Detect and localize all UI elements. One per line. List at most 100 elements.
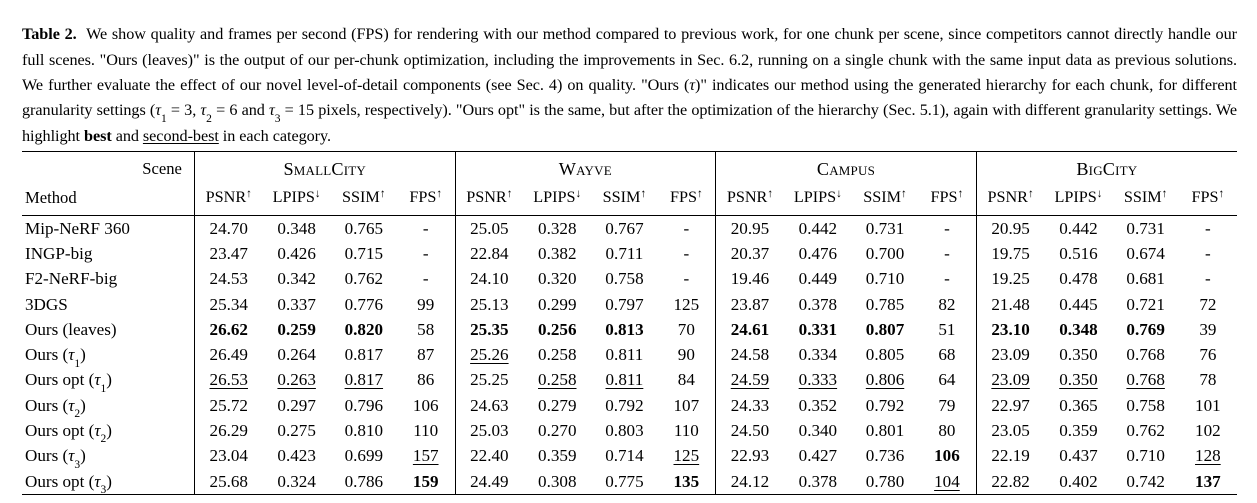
metric-value: - [944, 243, 950, 263]
metric-value: 24.10 [470, 269, 509, 289]
metric-value-cell: 107 [658, 393, 716, 418]
scene-header-bigcity: BigCity [975, 152, 1237, 183]
metric-value: - [1205, 243, 1211, 263]
metric-value: 25.13 [470, 294, 509, 314]
metric-value: 0.762 [1126, 421, 1165, 441]
metric-value: 0.813 [605, 319, 644, 339]
metric-value-cell: 0.258 [523, 342, 591, 367]
metric-value: 24.58 [730, 345, 770, 365]
metric-value: 0.721 [1126, 294, 1165, 314]
metric-value: 0.308 [538, 471, 577, 491]
metric-value-cell: 76 [1179, 342, 1237, 367]
metric-value: 26.53 [209, 370, 248, 390]
metric-value-cell: 24.33 [715, 393, 784, 419]
metric-value-cell: 0.264 [263, 342, 331, 367]
metric-value: 0.820 [344, 319, 384, 339]
metric-value-cell: 0.801 [852, 418, 918, 443]
metric-value: 51 [938, 319, 956, 339]
metric-value: - [1205, 218, 1211, 238]
metric-value-cell: 24.53 [193, 266, 263, 292]
metric-value: 110 [673, 421, 699, 441]
table-row: Mip-NeRF 360 24.70 0.348 0.765 - 25.05 0.328 0.… [22, 216, 1237, 242]
metric-value: 0.449 [798, 269, 838, 289]
metric-value: 21.48 [991, 294, 1030, 314]
metric-value: 128 [1195, 446, 1221, 466]
metric-value: 22.82 [991, 471, 1030, 491]
header-scene-label: Scene [142, 159, 182, 178]
metric-value-cell: 25.68 [193, 468, 263, 495]
metric-value-cell: 106 [397, 393, 455, 418]
table-row: Ours (τ2) 25.72 0.297 0.796 106 24.63 0.279 0.7… [22, 393, 1237, 420]
metric-value-cell: 23.05 [975, 418, 1045, 444]
table-bottom-rule [22, 494, 1237, 496]
metric-value: - [944, 218, 950, 238]
metric-value-cell: 0.803 [591, 418, 657, 443]
metric-value: 0.348 [277, 218, 316, 238]
metric-value-cell: - [397, 216, 455, 241]
metric-value: 0.270 [538, 421, 577, 441]
metric-value-cell: 82 [918, 292, 976, 317]
metric-value-cell: 0.337 [263, 292, 331, 317]
metric-value-cell: 26.29 [193, 418, 263, 444]
metric-value: - [422, 243, 429, 263]
metric-header-lpips-bigcity: LPIPS↓ [1044, 183, 1112, 216]
metric-value: 20.95 [730, 218, 770, 238]
metric-value: 0.762 [344, 269, 384, 289]
metric-header-psnr-campus: PSNR↑ [715, 183, 784, 216]
metric-value: 58 [417, 319, 435, 339]
metric-value-cell: 20.95 [715, 216, 784, 242]
metric-value-cell: 0.299 [523, 292, 591, 317]
metric-value-cell: 0.796 [331, 393, 397, 418]
arrow-down-icon: ↓ [836, 187, 842, 200]
metric-value: 0.478 [1059, 269, 1098, 289]
metric-header-psnr-smallcity: PSNR↑ [193, 183, 263, 216]
metric-value: 137 [1195, 471, 1221, 491]
metric-value-cell: 19.25 [975, 266, 1045, 292]
metric-value-cell: 101 [1179, 393, 1237, 418]
metric-name: FPS [1191, 188, 1219, 206]
metric-name: PSNR [987, 188, 1028, 206]
table-row: INGP-big 23.47 0.426 0.715 - 22.84 0.382 0.711 -… [22, 241, 1237, 267]
metric-value-cell: 125 [658, 444, 716, 469]
metric-value-cell: 24.59 [715, 367, 784, 394]
metric-value-cell: 19.75 [975, 241, 1045, 267]
scene-header-campus: Campus [715, 152, 977, 183]
arrow-up-icon: ↑ [957, 187, 964, 200]
metric-value-cell: 0.820 [331, 317, 397, 342]
metric-value-cell: 22.97 [975, 393, 1045, 419]
metric-value-cell: 0.762 [331, 267, 397, 292]
arrow-up-icon: ↑ [901, 187, 907, 200]
method-name-cell: 3DGS [25, 294, 68, 314]
metric-value-cell: 0.320 [523, 267, 591, 292]
metric-value: 25.03 [470, 421, 509, 441]
metric-value: 0.378 [798, 294, 838, 314]
metric-value: 99 [417, 294, 435, 314]
metric-value-cell: 0.762 [1113, 418, 1179, 443]
metric-value: 82 [938, 294, 956, 314]
metric-value: 26.62 [209, 319, 248, 339]
metric-value-cell: 0.792 [852, 393, 918, 418]
metric-value-cell: 26.62 [193, 317, 263, 343]
metric-value: 107 [673, 395, 700, 415]
metric-value: 125 [673, 294, 700, 314]
metric-value-cell: 72 [1179, 292, 1237, 317]
metric-value: 0.805 [865, 345, 905, 365]
metric-value: 0.359 [1059, 421, 1098, 441]
metric-value: 0.792 [605, 395, 644, 415]
metric-value: 0.348 [1059, 319, 1098, 339]
metric-value: 0.731 [1126, 218, 1165, 238]
metric-value-cell: 0.715 [331, 241, 397, 266]
metric-value: 157 [412, 446, 439, 466]
metric-value-cell: 0.378 [784, 292, 852, 317]
metric-value: 0.674 [1126, 243, 1165, 263]
metric-value-cell: 22.84 [454, 241, 524, 267]
metric-header-lpips-smallcity: LPIPS↓ [263, 183, 331, 216]
metric-value: 0.797 [605, 294, 644, 314]
metric-value: 0.442 [1059, 218, 1098, 238]
metric-value: 0.337 [277, 294, 316, 314]
arrow-down-icon: ↓ [314, 187, 321, 200]
metric-value-cell: - [1179, 241, 1237, 266]
metric-value: 0.767 [605, 218, 644, 238]
metric-value-cell: 102 [1179, 418, 1237, 443]
metric-value-cell: 0.742 [1113, 469, 1179, 495]
